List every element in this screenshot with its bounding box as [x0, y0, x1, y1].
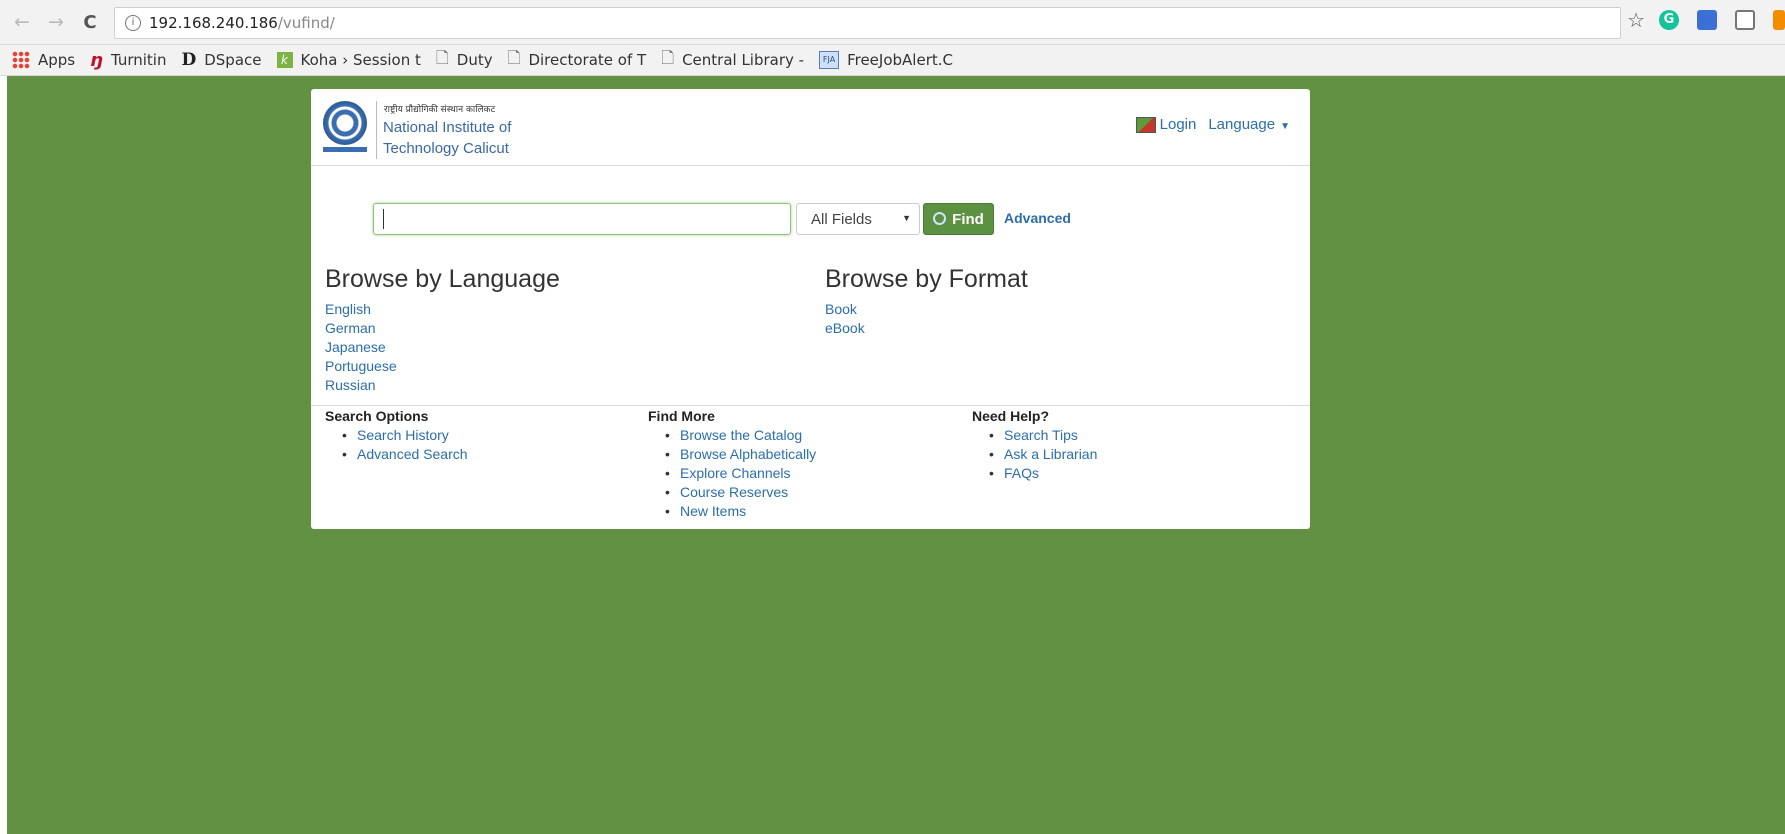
turnitin-icon: ŋ [90, 49, 103, 71]
institute-name-line1: National Institute of [383, 119, 512, 136]
nit-logo-ribbon [323, 147, 367, 152]
browse-language-heading: Browse by Language [325, 265, 560, 293]
footer-search-options: Search Options Search History Advanced S… [325, 407, 468, 464]
bookmark-dspace[interactable]: D DSpace [181, 50, 261, 70]
explore-channels-link[interactable]: Explore Channels [665, 464, 816, 483]
footer-need-help: Need Help? Search Tips Ask a Librarian F… [972, 407, 1097, 483]
footer-list: Search History Advanced Search [325, 426, 468, 464]
bookmark-star-icon[interactable]: ☆ [1627, 8, 1645, 32]
koha-icon: k [276, 52, 293, 68]
browse-alphabetically-link[interactable]: Browse Alphabetically [665, 445, 816, 464]
bookmark-koha[interactable]: k Koha › Session t [276, 51, 421, 69]
url-path: /vufind/ [277, 14, 335, 32]
language-link[interactable]: Japanese [325, 338, 397, 357]
search-history-link[interactable]: Search History [342, 426, 468, 445]
site-header: राष्ट्रीय प्रौद्योगिकी संस्थान कालिकट Na… [311, 89, 1310, 166]
bookmark-duty[interactable]: 🗋 Duty [436, 47, 493, 74]
footer-title: Find More [648, 408, 715, 424]
page-icon: 🗋 [661, 47, 675, 67]
bookmark-label: Central Library - [682, 51, 805, 69]
footer-title: Search Options [325, 408, 429, 424]
course-reserves-link[interactable]: Course Reserves [665, 483, 816, 502]
footer-list: Browse the Catalog Browse Alphabetically… [648, 426, 816, 521]
freejobalert-icon: FJA [819, 51, 840, 69]
institute-name[interactable]: National Institute of Technology Calicut [383, 117, 511, 159]
search-tips-link[interactable]: Search Tips [989, 426, 1097, 445]
nit-logo-emblem[interactable] [323, 101, 367, 145]
extensions-area: ☆ G [1627, 8, 1785, 32]
new-items-link[interactable]: New Items [665, 502, 816, 521]
footer-title: Need Help? [972, 408, 1050, 424]
caret-down-icon: ▼ [1280, 121, 1290, 132]
reload-icon[interactable]: C [78, 12, 102, 33]
bookmark-turnitin[interactable]: ŋ Turnitin [90, 50, 166, 71]
language-link[interactable]: Portuguese [325, 357, 397, 376]
info-icon[interactable]: i [125, 15, 141, 31]
bookmark-label: Koha › Session t [300, 51, 421, 69]
extension-orange-icon[interactable] [1773, 10, 1785, 30]
language-label: Language [1208, 116, 1276, 133]
logo-divider [376, 101, 377, 159]
login-icon [1135, 116, 1156, 133]
bookmark-apps[interactable]: Apps [0, 51, 75, 69]
page-icon: 🗋 [435, 47, 449, 67]
bookmark-directorate[interactable]: 🗋 Directorate of T [508, 47, 647, 74]
format-link[interactable]: eBook [825, 319, 865, 338]
find-label: Find [952, 210, 984, 228]
institute-name-hindi: राष्ट्रीय प्रौद्योगिकी संस्थान कालिकट [384, 105, 496, 115]
bookmark-label: Apps [38, 51, 76, 69]
back-arrow-icon[interactable]: ← [10, 11, 34, 33]
bookmark-central-library[interactable]: 🗋 Central Library - [661, 47, 804, 74]
browse-format-heading: Browse by Format [825, 265, 1028, 293]
language-link[interactable]: English [325, 300, 397, 319]
search-field-value: All Fields [811, 210, 872, 228]
institute-name-line2: Technology Calicut [383, 140, 509, 157]
search-icon [933, 211, 947, 225]
forward-arrow-icon[interactable]: → [44, 11, 68, 33]
select-arrow-icon: ▼ [902, 213, 911, 223]
browser-toolbar: ← → C i 192.168.240.186/vufind/ ☆ G [0, 0, 1785, 45]
login-link[interactable]: Login [1160, 116, 1197, 133]
extension-check-icon[interactable] [1697, 10, 1717, 30]
extension-box-icon[interactable] [1735, 10, 1755, 30]
apps-grid-icon [12, 51, 30, 69]
footer-find-more: Find More Browse the Catalog Browse Alph… [648, 407, 816, 521]
bookmarks-bar: Apps ŋ Turnitin D DSpace k Koha › Sessio… [0, 45, 1785, 76]
bookmark-label: Duty [456, 51, 493, 69]
browse-format-list: Book eBook [825, 300, 865, 338]
footer-list: Search Tips Ask a Librarian FAQs [972, 426, 1097, 483]
language-dropdown[interactable]: Language ▼ [1208, 116, 1290, 133]
bookmark-label: FreeJobAlert.C [847, 51, 953, 69]
bookmark-freejobalert[interactable]: FJA FreeJobAlert.C [819, 51, 953, 69]
advanced-search-link[interactable]: Advanced [1004, 210, 1071, 226]
search-field-select[interactable]: All Fields ▼ [796, 203, 920, 235]
address-bar[interactable]: i 192.168.240.186/vufind/ [114, 7, 1621, 39]
text-cursor [383, 209, 384, 229]
bookmark-label: Turnitin [110, 51, 167, 69]
header-actions: Login Language ▼ [1135, 116, 1290, 133]
format-link[interactable]: Book [825, 300, 865, 319]
dspace-icon: D [181, 50, 197, 70]
language-link[interactable]: Russian [325, 376, 397, 395]
bookmark-label: Directorate of T [528, 51, 647, 69]
bookmark-label: DSpace [204, 51, 262, 69]
footer-divider [311, 405, 1310, 406]
browse-language-list: English German Japanese Portuguese Russi… [325, 300, 397, 395]
find-button[interactable]: Find [923, 203, 994, 235]
url-host: 192.168.240.186 [149, 14, 278, 32]
faqs-link[interactable]: FAQs [989, 464, 1097, 483]
search-input[interactable] [373, 203, 791, 235]
page-icon: 🗋 [507, 47, 521, 67]
ask-librarian-link[interactable]: Ask a Librarian [989, 445, 1097, 464]
language-link[interactable]: German [325, 319, 397, 338]
main-card: राष्ट्रीय प्रौद्योगिकी संस्थान कालिकट Na… [311, 89, 1310, 529]
grammarly-icon[interactable]: G [1659, 10, 1679, 30]
advanced-search-footer-link[interactable]: Advanced Search [342, 445, 467, 464]
browse-catalog-link[interactable]: Browse the Catalog [665, 426, 816, 445]
